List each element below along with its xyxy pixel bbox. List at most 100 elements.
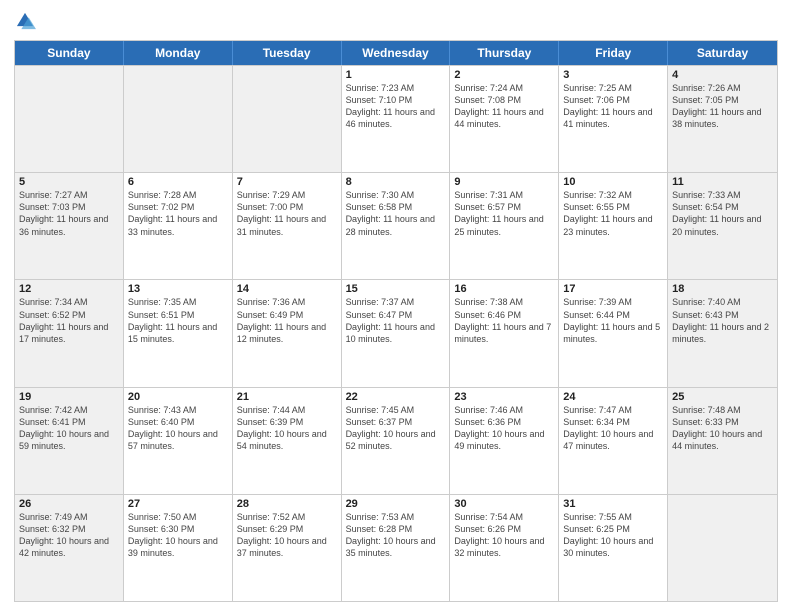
calendar-row-2: 12Sunrise: 7:34 AM Sunset: 6:52 PM Dayli… bbox=[15, 279, 777, 386]
day-info: Sunrise: 7:35 AM Sunset: 6:51 PM Dayligh… bbox=[128, 296, 228, 345]
day-info: Sunrise: 7:32 AM Sunset: 6:55 PM Dayligh… bbox=[563, 189, 663, 238]
day-cell-1: 1Sunrise: 7:23 AM Sunset: 7:10 PM Daylig… bbox=[342, 66, 451, 172]
day-cell-15: 15Sunrise: 7:37 AM Sunset: 6:47 PM Dayli… bbox=[342, 280, 451, 386]
day-info: Sunrise: 7:31 AM Sunset: 6:57 PM Dayligh… bbox=[454, 189, 554, 238]
day-number: 29 bbox=[346, 498, 446, 510]
day-info: Sunrise: 7:48 AM Sunset: 6:33 PM Dayligh… bbox=[672, 404, 773, 453]
day-info: Sunrise: 7:53 AM Sunset: 6:28 PM Dayligh… bbox=[346, 511, 446, 560]
day-cell-31: 31Sunrise: 7:55 AM Sunset: 6:25 PM Dayli… bbox=[559, 495, 668, 601]
day-number: 24 bbox=[563, 391, 663, 403]
day-number: 9 bbox=[454, 176, 554, 188]
day-number: 18 bbox=[672, 283, 773, 295]
day-cell-17: 17Sunrise: 7:39 AM Sunset: 6:44 PM Dayli… bbox=[559, 280, 668, 386]
calendar-header: SundayMondayTuesdayWednesdayThursdayFrid… bbox=[15, 41, 777, 65]
day-number: 5 bbox=[19, 176, 119, 188]
day-number: 7 bbox=[237, 176, 337, 188]
logo-icon bbox=[14, 10, 36, 32]
day-info: Sunrise: 7:33 AM Sunset: 6:54 PM Dayligh… bbox=[672, 189, 773, 238]
day-number: 15 bbox=[346, 283, 446, 295]
day-info: Sunrise: 7:50 AM Sunset: 6:30 PM Dayligh… bbox=[128, 511, 228, 560]
empty-cell-0-2 bbox=[233, 66, 342, 172]
day-cell-13: 13Sunrise: 7:35 AM Sunset: 6:51 PM Dayli… bbox=[124, 280, 233, 386]
day-cell-11: 11Sunrise: 7:33 AM Sunset: 6:54 PM Dayli… bbox=[668, 173, 777, 279]
header bbox=[14, 10, 778, 32]
day-info: Sunrise: 7:25 AM Sunset: 7:06 PM Dayligh… bbox=[563, 82, 663, 131]
day-cell-26: 26Sunrise: 7:49 AM Sunset: 6:32 PM Dayli… bbox=[15, 495, 124, 601]
day-cell-6: 6Sunrise: 7:28 AM Sunset: 7:02 PM Daylig… bbox=[124, 173, 233, 279]
day-cell-30: 30Sunrise: 7:54 AM Sunset: 6:26 PM Dayli… bbox=[450, 495, 559, 601]
day-info: Sunrise: 7:52 AM Sunset: 6:29 PM Dayligh… bbox=[237, 511, 337, 560]
day-info: Sunrise: 7:36 AM Sunset: 6:49 PM Dayligh… bbox=[237, 296, 337, 345]
header-cell-sunday: Sunday bbox=[15, 41, 124, 65]
day-number: 23 bbox=[454, 391, 554, 403]
day-number: 16 bbox=[454, 283, 554, 295]
header-cell-monday: Monday bbox=[124, 41, 233, 65]
day-cell-28: 28Sunrise: 7:52 AM Sunset: 6:29 PM Dayli… bbox=[233, 495, 342, 601]
day-cell-9: 9Sunrise: 7:31 AM Sunset: 6:57 PM Daylig… bbox=[450, 173, 559, 279]
day-cell-4: 4Sunrise: 7:26 AM Sunset: 7:05 PM Daylig… bbox=[668, 66, 777, 172]
header-cell-tuesday: Tuesday bbox=[233, 41, 342, 65]
day-info: Sunrise: 7:28 AM Sunset: 7:02 PM Dayligh… bbox=[128, 189, 228, 238]
day-number: 13 bbox=[128, 283, 228, 295]
day-number: 26 bbox=[19, 498, 119, 510]
header-cell-wednesday: Wednesday bbox=[342, 41, 451, 65]
header-cell-friday: Friday bbox=[559, 41, 668, 65]
day-info: Sunrise: 7:39 AM Sunset: 6:44 PM Dayligh… bbox=[563, 296, 663, 345]
day-number: 25 bbox=[672, 391, 773, 403]
calendar-row-4: 26Sunrise: 7:49 AM Sunset: 6:32 PM Dayli… bbox=[15, 494, 777, 601]
day-number: 8 bbox=[346, 176, 446, 188]
day-info: Sunrise: 7:26 AM Sunset: 7:05 PM Dayligh… bbox=[672, 82, 773, 131]
day-info: Sunrise: 7:29 AM Sunset: 7:00 PM Dayligh… bbox=[237, 189, 337, 238]
day-cell-24: 24Sunrise: 7:47 AM Sunset: 6:34 PM Dayli… bbox=[559, 388, 668, 494]
day-info: Sunrise: 7:44 AM Sunset: 6:39 PM Dayligh… bbox=[237, 404, 337, 453]
header-cell-thursday: Thursday bbox=[450, 41, 559, 65]
day-info: Sunrise: 7:55 AM Sunset: 6:25 PM Dayligh… bbox=[563, 511, 663, 560]
day-cell-25: 25Sunrise: 7:48 AM Sunset: 6:33 PM Dayli… bbox=[668, 388, 777, 494]
day-number: 21 bbox=[237, 391, 337, 403]
day-info: Sunrise: 7:40 AM Sunset: 6:43 PM Dayligh… bbox=[672, 296, 773, 345]
day-number: 27 bbox=[128, 498, 228, 510]
day-cell-10: 10Sunrise: 7:32 AM Sunset: 6:55 PM Dayli… bbox=[559, 173, 668, 279]
day-number: 30 bbox=[454, 498, 554, 510]
day-cell-20: 20Sunrise: 7:43 AM Sunset: 6:40 PM Dayli… bbox=[124, 388, 233, 494]
day-cell-14: 14Sunrise: 7:36 AM Sunset: 6:49 PM Dayli… bbox=[233, 280, 342, 386]
logo bbox=[14, 10, 40, 32]
calendar-row-3: 19Sunrise: 7:42 AM Sunset: 6:41 PM Dayli… bbox=[15, 387, 777, 494]
day-cell-18: 18Sunrise: 7:40 AM Sunset: 6:43 PM Dayli… bbox=[668, 280, 777, 386]
day-cell-23: 23Sunrise: 7:46 AM Sunset: 6:36 PM Dayli… bbox=[450, 388, 559, 494]
day-number: 10 bbox=[563, 176, 663, 188]
empty-cell-0-1 bbox=[124, 66, 233, 172]
empty-cell-4-6 bbox=[668, 495, 777, 601]
day-info: Sunrise: 7:38 AM Sunset: 6:46 PM Dayligh… bbox=[454, 296, 554, 345]
day-cell-2: 2Sunrise: 7:24 AM Sunset: 7:08 PM Daylig… bbox=[450, 66, 559, 172]
day-number: 1 bbox=[346, 69, 446, 81]
day-info: Sunrise: 7:23 AM Sunset: 7:10 PM Dayligh… bbox=[346, 82, 446, 131]
day-info: Sunrise: 7:42 AM Sunset: 6:41 PM Dayligh… bbox=[19, 404, 119, 453]
day-info: Sunrise: 7:34 AM Sunset: 6:52 PM Dayligh… bbox=[19, 296, 119, 345]
calendar: SundayMondayTuesdayWednesdayThursdayFrid… bbox=[14, 40, 778, 602]
day-cell-3: 3Sunrise: 7:25 AM Sunset: 7:06 PM Daylig… bbox=[559, 66, 668, 172]
day-number: 17 bbox=[563, 283, 663, 295]
day-number: 6 bbox=[128, 176, 228, 188]
day-number: 12 bbox=[19, 283, 119, 295]
day-number: 11 bbox=[672, 176, 773, 188]
day-cell-27: 27Sunrise: 7:50 AM Sunset: 6:30 PM Dayli… bbox=[124, 495, 233, 601]
day-number: 22 bbox=[346, 391, 446, 403]
day-number: 2 bbox=[454, 69, 554, 81]
day-info: Sunrise: 7:47 AM Sunset: 6:34 PM Dayligh… bbox=[563, 404, 663, 453]
day-info: Sunrise: 7:46 AM Sunset: 6:36 PM Dayligh… bbox=[454, 404, 554, 453]
day-cell-19: 19Sunrise: 7:42 AM Sunset: 6:41 PM Dayli… bbox=[15, 388, 124, 494]
day-info: Sunrise: 7:30 AM Sunset: 6:58 PM Dayligh… bbox=[346, 189, 446, 238]
day-number: 14 bbox=[237, 283, 337, 295]
page: SundayMondayTuesdayWednesdayThursdayFrid… bbox=[0, 0, 792, 612]
day-cell-22: 22Sunrise: 7:45 AM Sunset: 6:37 PM Dayli… bbox=[342, 388, 451, 494]
day-info: Sunrise: 7:43 AM Sunset: 6:40 PM Dayligh… bbox=[128, 404, 228, 453]
day-cell-16: 16Sunrise: 7:38 AM Sunset: 6:46 PM Dayli… bbox=[450, 280, 559, 386]
day-number: 3 bbox=[563, 69, 663, 81]
day-number: 19 bbox=[19, 391, 119, 403]
day-info: Sunrise: 7:54 AM Sunset: 6:26 PM Dayligh… bbox=[454, 511, 554, 560]
day-info: Sunrise: 7:37 AM Sunset: 6:47 PM Dayligh… bbox=[346, 296, 446, 345]
calendar-row-0: 1Sunrise: 7:23 AM Sunset: 7:10 PM Daylig… bbox=[15, 65, 777, 172]
empty-cell-0-0 bbox=[15, 66, 124, 172]
day-info: Sunrise: 7:27 AM Sunset: 7:03 PM Dayligh… bbox=[19, 189, 119, 238]
